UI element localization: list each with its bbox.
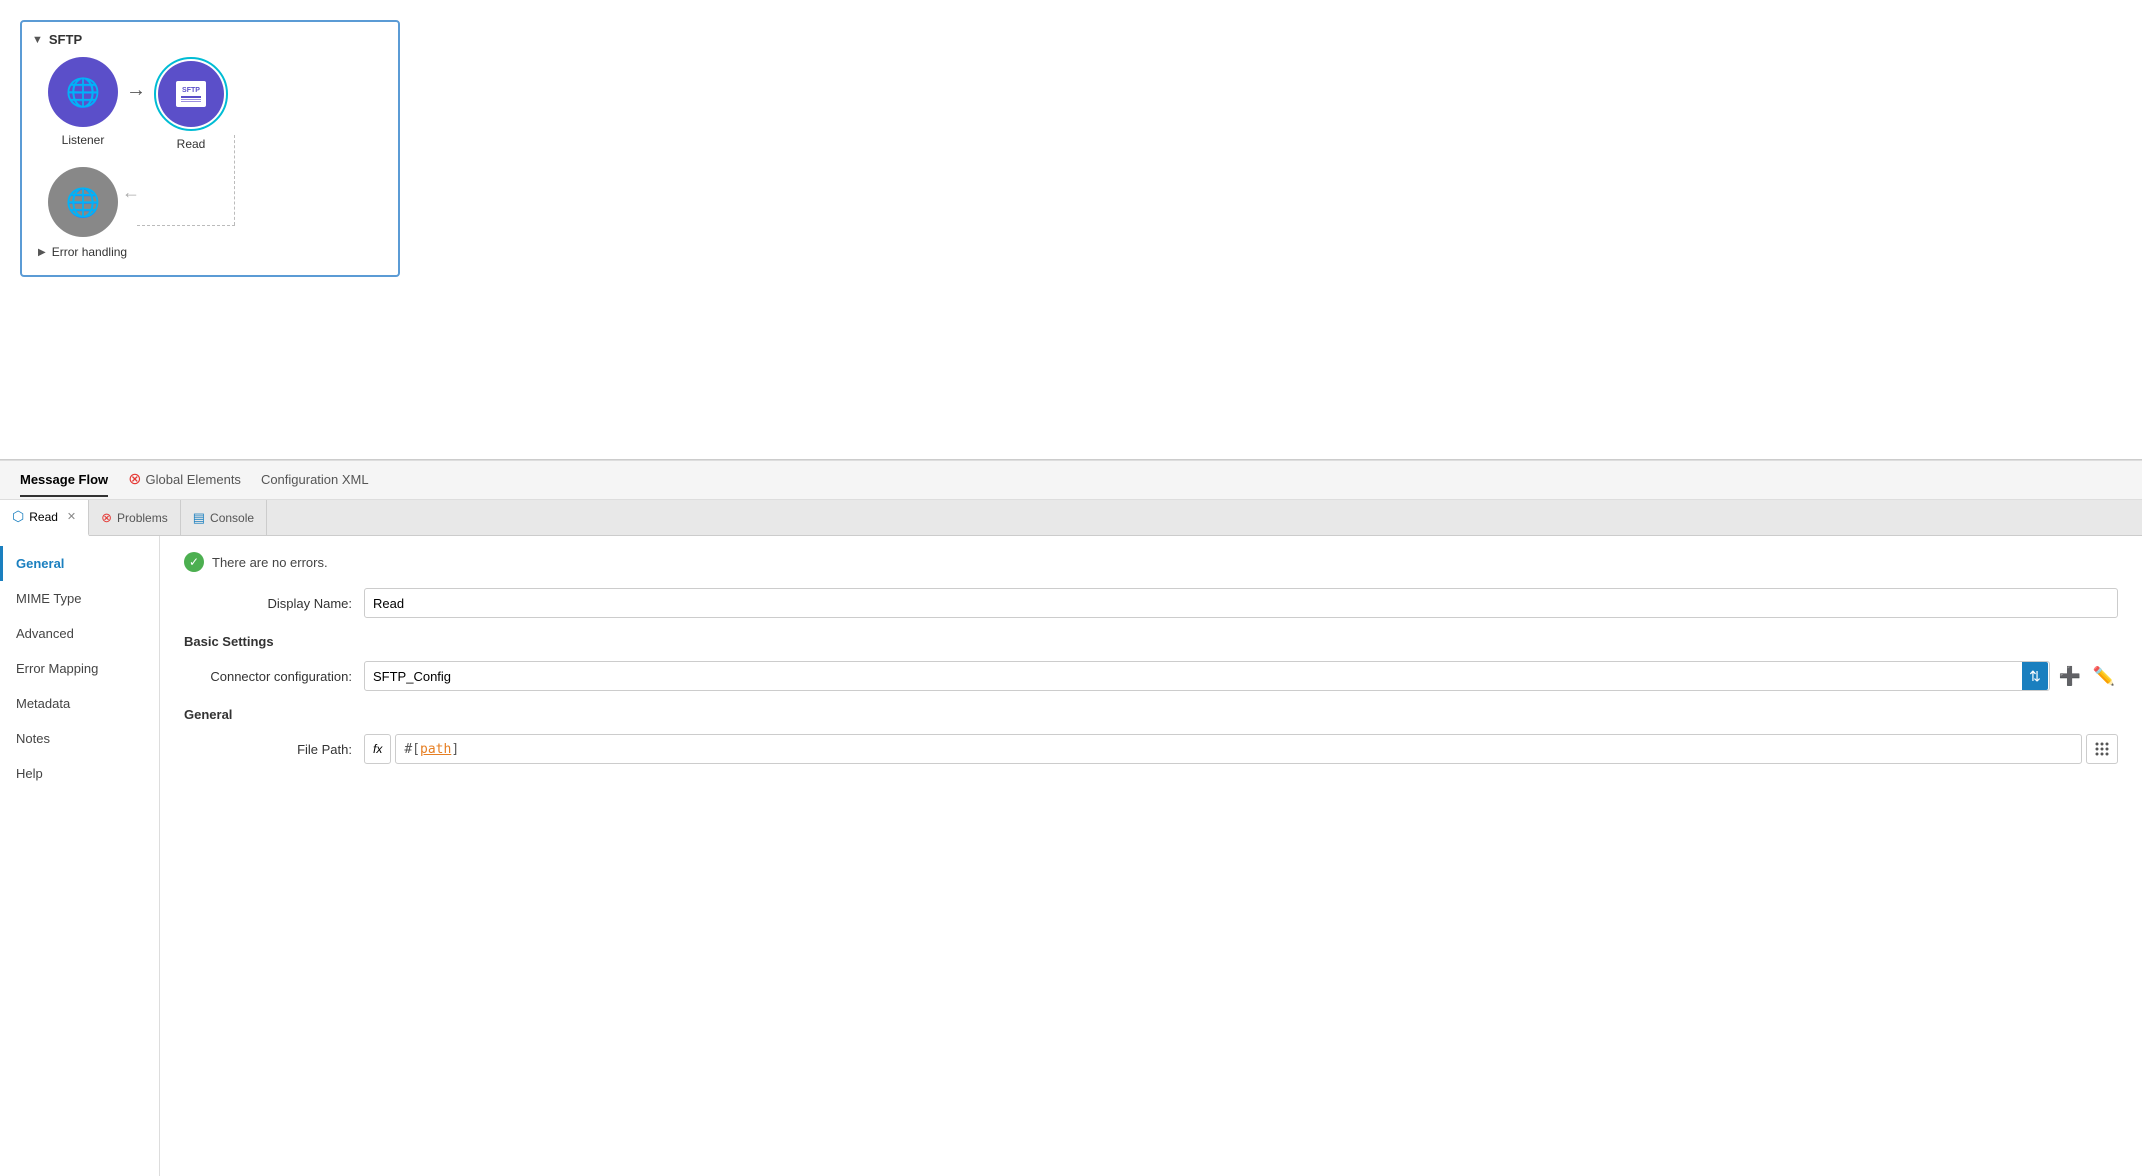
globe-icon: 🌐 xyxy=(66,76,101,109)
flow-title: ▼ SFTP xyxy=(32,32,388,47)
add-config-button[interactable]: ➕ xyxy=(2056,662,2084,690)
plus-icon: ➕ xyxy=(2059,666,2081,687)
connector-select[interactable]: SFTP_Config xyxy=(364,661,2050,691)
flow-title-arrow: ▼ xyxy=(32,34,43,46)
read-circle-inner: SFTP xyxy=(158,61,224,127)
display-name-input[interactable] xyxy=(364,588,2118,618)
scatter-button[interactable] xyxy=(2086,734,2118,764)
fx-button[interactable]: fx xyxy=(364,734,391,764)
sidebar: General MIME Type Advanced Error Mapping… xyxy=(0,536,160,1176)
lower-globe-circle[interactable]: 🌐 xyxy=(48,167,118,237)
path-suffix: ] xyxy=(451,742,459,757)
tab-bar: Message Flow ⊗ Global Elements Configura… xyxy=(0,460,2142,500)
path-value: path xyxy=(420,742,451,757)
dashed-line-horizontal xyxy=(137,225,235,226)
bottom-wrapper: ⬡ Read ✕ ⊗ Problems ▤ Console General xyxy=(0,500,2142,1176)
sftp-text: SFTP xyxy=(182,87,200,94)
error-arrow-icon: ▶ xyxy=(38,247,46,258)
connector-config-row: Connector configuration: SFTP_Config ⇅ ➕ xyxy=(184,661,2118,691)
tab-configuration-xml[interactable]: Configuration XML xyxy=(261,464,369,497)
sftp-doc-icon: SFTP xyxy=(176,81,206,107)
sidebar-item-advanced[interactable]: Advanced xyxy=(0,616,159,651)
connector-config-label: Connector configuration: xyxy=(184,669,364,684)
lower-globe-icon: 🌐 xyxy=(66,186,101,219)
console-tab-icon: ▤ xyxy=(193,510,205,526)
read-tab-close[interactable]: ✕ xyxy=(67,510,76,523)
path-prefix: #[ xyxy=(404,742,420,757)
basic-settings-title: Basic Settings xyxy=(184,634,2118,649)
display-name-label: Display Name: xyxy=(184,596,364,611)
dashed-line-vertical xyxy=(234,135,235,225)
tab-message-flow[interactable]: Message Flow xyxy=(20,464,108,497)
error-handling-label: Error handling xyxy=(52,245,127,259)
listener-label: Listener xyxy=(62,133,105,147)
flow-container: ▼ SFTP 🌐 Listener → xyxy=(20,20,400,277)
sidebar-item-general[interactable]: General xyxy=(0,546,159,581)
sidebar-item-metadata[interactable]: Metadata xyxy=(0,686,159,721)
global-elements-error-icon: ⊗ xyxy=(128,469,141,489)
tab-console[interactable]: ▤ Console xyxy=(181,500,267,536)
canvas-area: ▼ SFTP 🌐 Listener → xyxy=(0,0,2142,460)
read-node[interactable]: SFTP Read xyxy=(154,57,228,151)
listener-circle[interactable]: 🌐 xyxy=(48,57,118,127)
flow-title-text: SFTP xyxy=(49,32,82,47)
main-container: ▼ SFTP 🌐 Listener → xyxy=(0,0,2142,1176)
status-bar: ✓ There are no errors. xyxy=(184,552,2118,572)
problems-tab-icon: ⊗ xyxy=(101,510,112,526)
listener-node[interactable]: 🌐 Listener xyxy=(48,57,118,147)
edit-icon: ✏️ xyxy=(2093,666,2115,687)
status-message: There are no errors. xyxy=(212,555,328,570)
tab-global-elements[interactable]: ⊗ Global Elements xyxy=(128,461,241,499)
arrow-right: → xyxy=(126,79,146,102)
main-content-area: ✓ There are no errors. Display Name: Bas… xyxy=(160,536,2142,1176)
file-path-row: File Path: fx #[ path ] xyxy=(184,734,2118,764)
edit-config-button[interactable]: ✏️ xyxy=(2090,662,2118,690)
status-icon: ✓ xyxy=(184,552,204,572)
tab-read[interactable]: ⬡ Read ✕ xyxy=(0,500,89,536)
read-tab-icon: ⬡ xyxy=(12,508,24,525)
file-path-display[interactable]: #[ path ] xyxy=(395,734,2082,764)
lower-node-row: 🌐 ← xyxy=(32,167,388,237)
file-path-label: File Path: xyxy=(184,742,364,757)
fx-text: fx xyxy=(373,742,382,756)
lower-globe-node[interactable]: 🌐 xyxy=(48,167,118,237)
sidebar-item-error-mapping[interactable]: Error Mapping xyxy=(0,651,159,686)
connector-select-wrap: SFTP_Config ⇅ xyxy=(364,661,2050,691)
read-label: Read xyxy=(177,137,206,151)
sidebar-item-help[interactable]: Help xyxy=(0,756,159,791)
general-section-title: General xyxy=(184,707,2118,722)
read-circle-outer[interactable]: SFTP xyxy=(154,57,228,131)
sidebar-item-mime-type[interactable]: MIME Type xyxy=(0,581,159,616)
panel-tabs-row: ⬡ Read ✕ ⊗ Problems ▤ Console xyxy=(0,500,2142,536)
display-name-row: Display Name: xyxy=(184,588,2118,618)
tab-problems[interactable]: ⊗ Problems xyxy=(89,500,181,536)
left-arrow-connector: ← xyxy=(122,182,140,203)
scatter-icon xyxy=(2093,740,2111,758)
error-handling-row[interactable]: ▶ Error handling xyxy=(32,237,388,259)
sidebar-item-notes[interactable]: Notes xyxy=(0,721,159,756)
bottom-panel: General MIME Type Advanced Error Mapping… xyxy=(0,536,2142,1176)
